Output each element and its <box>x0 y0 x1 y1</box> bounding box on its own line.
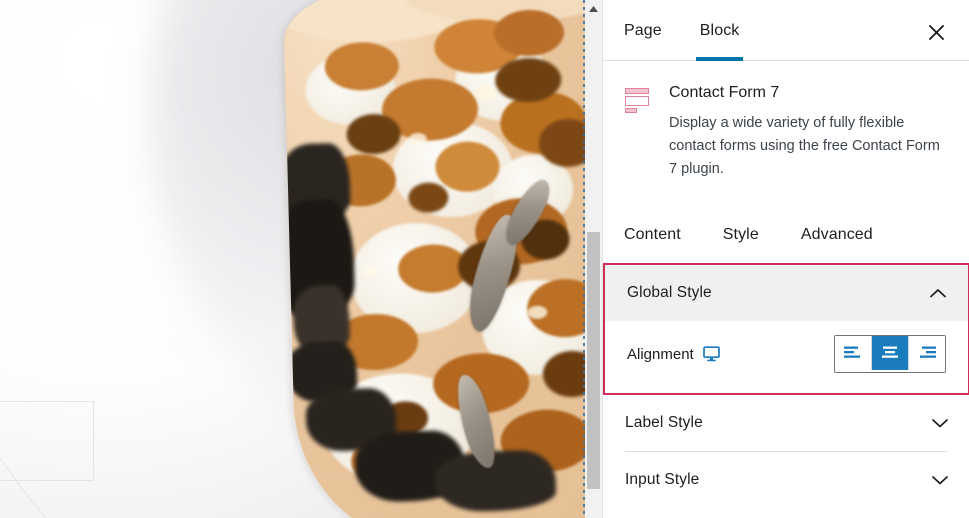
editor-scrollbar[interactable] <box>585 0 603 518</box>
editor-window: Page Block Contact Form 7 Display a wide… <box>0 0 969 518</box>
block-bounding-outline <box>0 401 94 481</box>
pizza-slice <box>282 0 585 518</box>
scroll-up-arrow-icon[interactable] <box>585 0 602 17</box>
alignment-segmented-control[interactable] <box>834 335 946 373</box>
block-description: Display a wide variety of fully flexible… <box>669 115 940 177</box>
panel-global-style-body: Alignment <box>605 321 968 393</box>
tab-content[interactable]: Content <box>624 226 681 244</box>
close-sidebar-button[interactable] <box>920 16 952 48</box>
alignment-label: Alignment <box>627 345 694 363</box>
scrollbar-thumb[interactable] <box>587 232 600 489</box>
alignment-control-row: Alignment <box>627 331 946 377</box>
chevron-up-icon[interactable] <box>930 288 946 298</box>
panel-input-style-title: Input Style <box>625 471 700 488</box>
panel-global-style: Global Style Alignment <box>603 263 969 395</box>
alignment-label-group: Alignment <box>627 346 720 363</box>
panel-input-style-header[interactable]: Input Style <box>603 452 969 508</box>
panel-label-style-title: Label Style <box>625 414 703 431</box>
block-info-card: Contact Form 7 Display a wide variety of… <box>603 61 969 181</box>
chevron-down-icon[interactable] <box>932 418 948 428</box>
panel-label-style: Label Style <box>603 395 969 451</box>
contact-form-7-icon <box>623 85 651 113</box>
desktop-icon[interactable] <box>702 346 720 362</box>
panel-label-style-header[interactable]: Label Style <box>603 395 969 451</box>
sidebar-tabbar: Page Block <box>603 0 969 61</box>
tab-style[interactable]: Style <box>723 226 759 244</box>
tab-block[interactable]: Block <box>695 0 743 61</box>
scrollbar-track-lower[interactable] <box>585 489 602 518</box>
align-right-button[interactable] <box>909 336 945 370</box>
panel-input-style: Input Style <box>603 452 969 508</box>
editor-canvas <box>0 0 585 518</box>
block-title: Contact Form 7 <box>669 84 780 101</box>
tab-advanced[interactable]: Advanced <box>801 226 873 244</box>
align-left-button[interactable] <box>835 336 872 370</box>
panel-global-style-title: Global Style <box>627 284 712 301</box>
panel-global-style-header[interactable]: Global Style <box>605 265 968 321</box>
chevron-down-icon[interactable] <box>932 475 948 485</box>
pizza-image-block[interactable] <box>0 0 585 518</box>
block-settings-tabs: Content Style Advanced <box>603 207 969 263</box>
tab-page[interactable]: Page <box>624 0 662 61</box>
settings-sidebar: Page Block Contact Form 7 Display a wide… <box>602 0 969 518</box>
scrollbar-track-upper[interactable] <box>585 17 602 232</box>
align-center-button[interactable] <box>872 336 909 370</box>
